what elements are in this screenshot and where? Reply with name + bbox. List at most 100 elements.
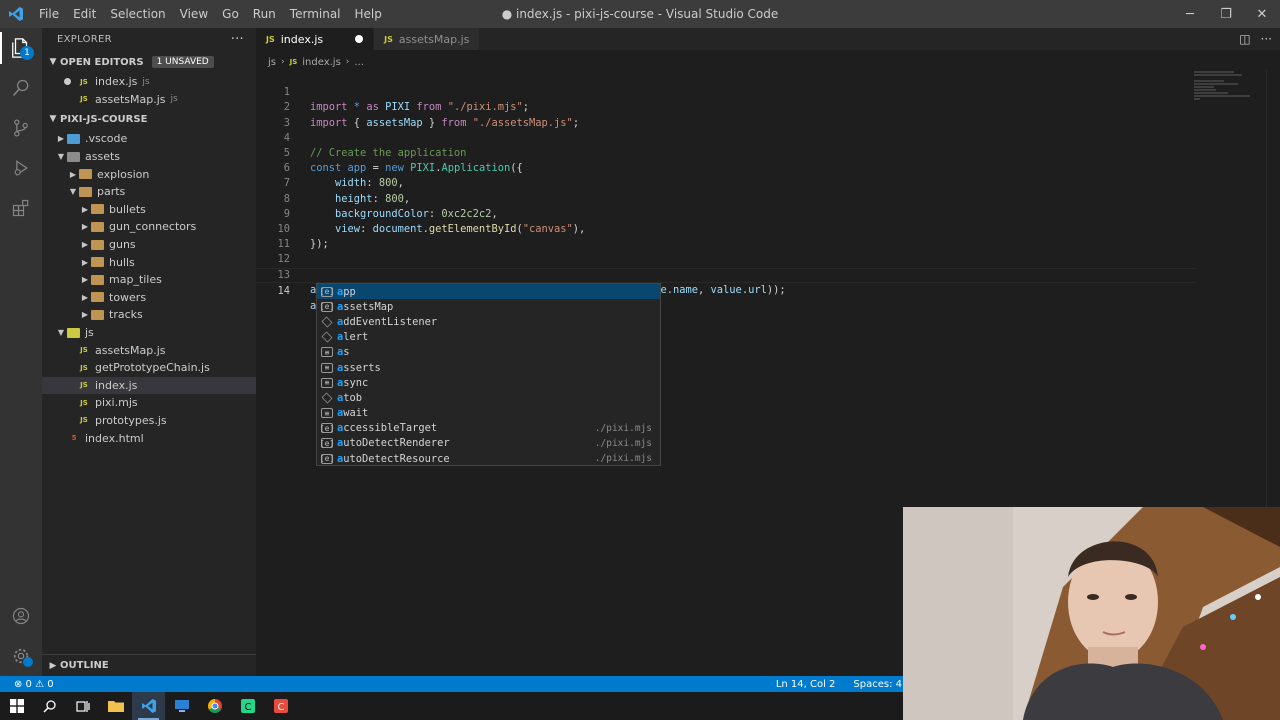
accounts-icon[interactable] (0, 596, 42, 636)
green-app-icon[interactable]: C (231, 692, 264, 720)
tree-item-label: bullets (109, 202, 146, 216)
js-file-icon: JS (80, 381, 88, 390)
source-control-icon[interactable] (0, 108, 42, 148)
tab-index-js[interactable]: JS index.js (256, 28, 375, 50)
settings-gear-icon[interactable] (0, 636, 42, 676)
menu-selection[interactable]: Selection (103, 0, 172, 28)
tree-item-map-tiles[interactable]: ▶ map_tiles (42, 271, 256, 289)
menu-terminal[interactable]: Terminal (283, 0, 348, 28)
outline-section[interactable]: ▶ OUTLINE (42, 654, 256, 676)
tree-item-index-js[interactable]: JS index.js (42, 376, 256, 395)
tree-item-parts[interactable]: ▼ parts (42, 183, 256, 201)
suggestion-item[interactable]: [e] a utoDetectRenderer ./pixi.mjs (317, 436, 660, 451)
tree-item-js[interactable]: ▼ js (42, 324, 256, 342)
code-line-2: 2 import { assetsMap } from "./assetsMap… (256, 85, 1196, 128)
suggestion-item[interactable]: a tob (317, 390, 660, 405)
search-icon[interactable] (0, 68, 42, 108)
menu-edit[interactable]: Edit (66, 0, 103, 28)
code-line-5: 5 const app = new PIXI.Application({ (256, 131, 1196, 174)
suggestion-source: ./pixi.mjs (594, 437, 652, 449)
breadcrumb-folder[interactable]: js (268, 57, 276, 68)
task-view-icon[interactable] (66, 692, 99, 720)
js-file-icon: JS (80, 398, 88, 407)
project-section[interactable]: ▼ PIXI-JS-COURSE (42, 108, 256, 130)
suggestion-item[interactable]: [e] a ssetsMap (317, 299, 660, 314)
menu-view[interactable]: View (173, 0, 215, 28)
tree-item-assetsmap-js[interactable]: JS assetsMap.js (42, 341, 256, 359)
chevron-down-icon: ▼ (57, 328, 65, 338)
tree-item-gun-connectors[interactable]: ▶ gun_connectors (42, 218, 256, 236)
suggestion-item[interactable]: ≡ a wait (317, 406, 660, 421)
suggestion-item[interactable]: ≡ a sync (317, 375, 660, 390)
tree-item-guns[interactable]: ▶ guns (42, 236, 256, 254)
tree-item-towers[interactable]: ▶ towers (42, 289, 256, 307)
more-actions-icon[interactable]: ··· (231, 32, 244, 47)
menu-file[interactable]: File (32, 0, 66, 28)
minimize-icon[interactable]: ─ (1172, 0, 1208, 28)
open-editors-section[interactable]: ▼ OPEN EDITORS 1 UNSAVED (42, 51, 256, 73)
tab-assetsmap-js[interactable]: JS assetsMap.js (374, 28, 481, 50)
project-label: PIXI-JS-COURSE (60, 113, 148, 125)
taskbar-search-icon[interactable] (33, 692, 66, 720)
windows-start-icon[interactable] (0, 692, 33, 720)
keyword-icon: ≡ (321, 408, 333, 419)
remote-desktop-icon[interactable] (165, 692, 198, 720)
explorer-icon[interactable]: 1 (0, 28, 42, 68)
tree-item-label: parts (97, 185, 126, 199)
tree-item-getprototypechain-js[interactable]: JS getPrototypeChain.js (42, 359, 256, 377)
suggestion-source: ./pixi.mjs (594, 422, 652, 434)
suggestion-item[interactable]: [e] a utoDetectResource ./pixi.mjs (317, 451, 660, 466)
tree-item-assets[interactable]: ▼ assets (42, 148, 256, 166)
code-line-1: 1 import * as PIXI from "./pixi.mjs"; (256, 70, 1196, 113)
variable-icon: [e] (319, 286, 335, 297)
explorer-title: EXPLORER (57, 33, 112, 45)
file-path: js (170, 94, 178, 105)
suggestion-item[interactable]: [e] a ccessibleTarget ./pixi.mjs (317, 421, 660, 436)
indentation[interactable]: Spaces: 4 (853, 679, 902, 690)
tree-item-explosion[interactable]: ▶ explosion (42, 165, 256, 183)
tree-item-hulls[interactable]: ▶ hulls (42, 253, 256, 271)
restore-icon[interactable]: ❐ (1208, 0, 1244, 28)
open-editor-assetsmap-js[interactable]: JS assetsMap.js js (42, 91, 256, 109)
unsaved-dot-icon[interactable] (355, 35, 364, 43)
minimap[interactable] (1194, 70, 1264, 110)
problems-indicator[interactable]: ⊗ 0 ⚠ 0 (14, 679, 54, 690)
unsaved-count-badge: 1 (20, 46, 34, 60)
open-editor-index-js[interactable]: JS index.js js (42, 73, 256, 91)
menu-run[interactable]: Run (246, 0, 283, 28)
tree-item-label: guns (109, 238, 136, 252)
close-icon[interactable]: ✕ (1244, 0, 1280, 28)
extensions-icon[interactable] (0, 188, 42, 228)
run-debug-icon[interactable] (0, 148, 42, 188)
file-explorer-icon[interactable] (99, 692, 132, 720)
tree-item-vscode[interactable]: ▶ .vscode (42, 130, 256, 148)
more-actions-icon[interactable]: ··· (1261, 32, 1272, 46)
menu-help[interactable]: Help (348, 0, 389, 28)
cursor-position[interactable]: Ln 14, Col 2 (776, 679, 836, 690)
vscode-task-icon[interactable] (132, 692, 165, 720)
tree-item-label: map_tiles (109, 273, 162, 287)
suggestion-item[interactable]: a lert (317, 330, 660, 345)
breadcrumb-symbol[interactable]: ... (354, 57, 364, 68)
tree-item-index-html[interactable]: 5 index.html (42, 429, 256, 447)
suggestion-item[interactable]: ≡ a sserts (317, 360, 660, 375)
chrome-icon[interactable] (198, 692, 231, 720)
tree-item-prototypes-js[interactable]: JS prototypes.js (42, 412, 256, 430)
breadcrumb-file[interactable]: index.js (302, 57, 341, 68)
variable-icon: [e] (319, 453, 335, 464)
code-line-12: 12 (256, 237, 1196, 265)
red-app-icon[interactable]: C (264, 692, 297, 720)
menu-go[interactable]: Go (215, 0, 246, 28)
tree-item-label: pixi.mjs (95, 396, 138, 410)
folder-icon (91, 274, 104, 285)
tree-item-label: assets (85, 150, 121, 164)
split-editor-icon[interactable]: ◫ (1239, 32, 1250, 46)
tree-item-bullets[interactable]: ▶ bullets (42, 201, 256, 219)
suggestion-item[interactable]: a ddEventListener (317, 314, 660, 329)
suggestion-item[interactable]: ≡ as (317, 345, 660, 360)
tree-item-pixi-mjs[interactable]: JS pixi.mjs (42, 394, 256, 412)
code-line-4: 4 // Create the application (256, 116, 1196, 159)
tree-item-tracks[interactable]: ▶ tracks (42, 306, 256, 324)
suggestion-item[interactable]: [e] a pp (317, 284, 660, 300)
chevron-right-icon: › (345, 57, 350, 67)
